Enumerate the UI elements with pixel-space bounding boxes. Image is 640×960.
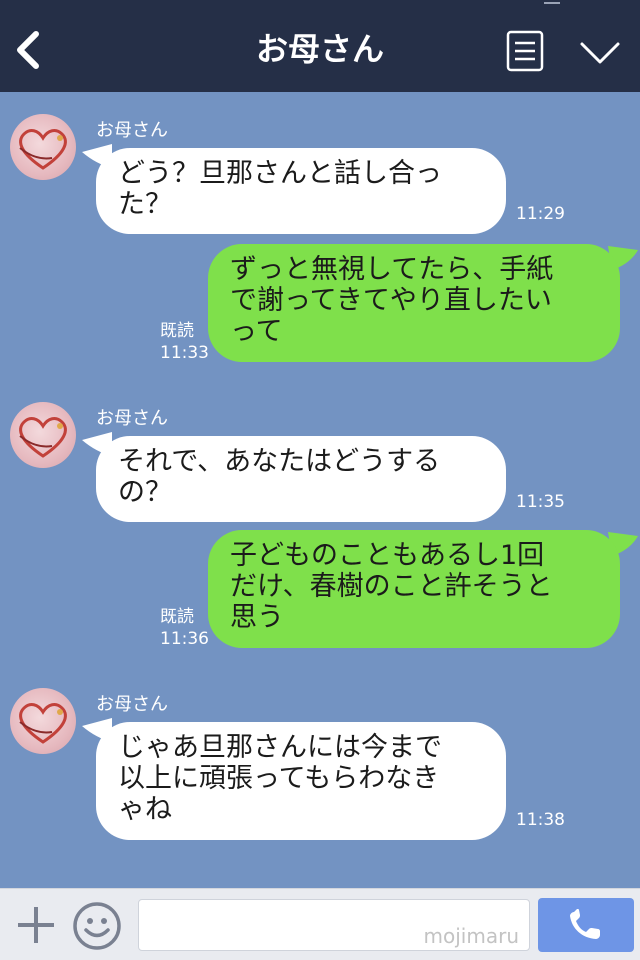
message-line: ずっと無視してたら、手紙 <box>230 254 554 285</box>
message-time: 11:29 <box>516 204 565 224</box>
sender-name: お母さん <box>96 408 168 429</box>
message-bubble-incoming[interactable]: それで、あなたはどうする の？ <box>96 436 506 522</box>
add-button[interactable] <box>14 903 58 947</box>
avatar[interactable] <box>10 114 76 180</box>
message-bubble-incoming[interactable]: じゃあ旦那さんには今まで 以上に頑張ってもらわなき ゃね <box>96 722 506 840</box>
phone-icon <box>570 909 600 939</box>
list-icon <box>506 30 544 72</box>
status-indicator <box>544 0 560 4</box>
message-line: 子どものこともあるし1回 <box>230 540 545 571</box>
chevron-down-icon <box>580 42 620 64</box>
message-time: 11:36 <box>160 629 209 649</box>
message-time: 11:33 <box>160 343 209 363</box>
header-bar: お母さん <box>0 0 640 92</box>
sender-name: お母さん <box>96 694 168 715</box>
message-line: 以上に頑張ってもらわなき <box>118 763 440 794</box>
watermark-text: mojimaru <box>423 924 519 948</box>
menu-button[interactable] <box>506 30 544 72</box>
message-bubble-outgoing[interactable]: 子どものこともあるし1回 だけ、春樹のこと許そうと 思う <box>208 530 620 648</box>
message-line: の？ <box>118 477 172 508</box>
message-time: 11:35 <box>516 492 565 512</box>
avatar[interactable] <box>10 688 76 754</box>
collapse-button[interactable] <box>578 38 622 68</box>
emoji-button[interactable] <box>72 901 122 951</box>
chat-title: お母さん <box>255 30 384 68</box>
plus-icon <box>18 907 54 943</box>
heart-photo-icon <box>19 703 67 744</box>
message-bubble-incoming[interactable]: どう？旦那さんと話し合っ た？ <box>96 148 506 234</box>
heart-photo-icon <box>19 417 67 458</box>
heart-photo-icon <box>19 129 67 170</box>
message-time: 11:38 <box>516 810 565 830</box>
message-line: じゃあ旦那さんには今まで <box>118 732 442 763</box>
message-line: どう？旦那さんと話し合っ <box>118 158 442 189</box>
message-line: それで、あなたはどうする <box>118 446 441 477</box>
message-line: 思う <box>230 602 284 633</box>
message-line: た？ <box>118 189 172 220</box>
read-label: 既読 <box>160 321 194 341</box>
sender-name: お母さん <box>96 120 168 141</box>
read-status: 既読 11:36 <box>160 606 209 650</box>
message-line: で謝ってきてやり直したい <box>230 285 552 316</box>
avatar[interactable] <box>10 402 76 468</box>
read-label: 既読 <box>160 607 194 627</box>
message-line: って <box>230 316 283 347</box>
read-status: 既読 11:33 <box>160 320 209 364</box>
chat-area[interactable]: お母さん どう？旦那さんと話し合っ た？ 11:29 ずっと無視してたら、手紙 … <box>0 92 640 888</box>
call-button[interactable] <box>538 898 634 952</box>
message-line: ゃね <box>118 794 172 825</box>
smiley-icon <box>73 902 121 950</box>
message-input[interactable]: mojimaru <box>138 899 530 951</box>
input-bar: mojimaru <box>0 888 640 960</box>
message-line: だけ、春樹のこと許そうと <box>230 571 553 602</box>
message-bubble-outgoing[interactable]: ずっと無視してたら、手紙 で謝ってきてやり直したい って <box>208 244 620 362</box>
